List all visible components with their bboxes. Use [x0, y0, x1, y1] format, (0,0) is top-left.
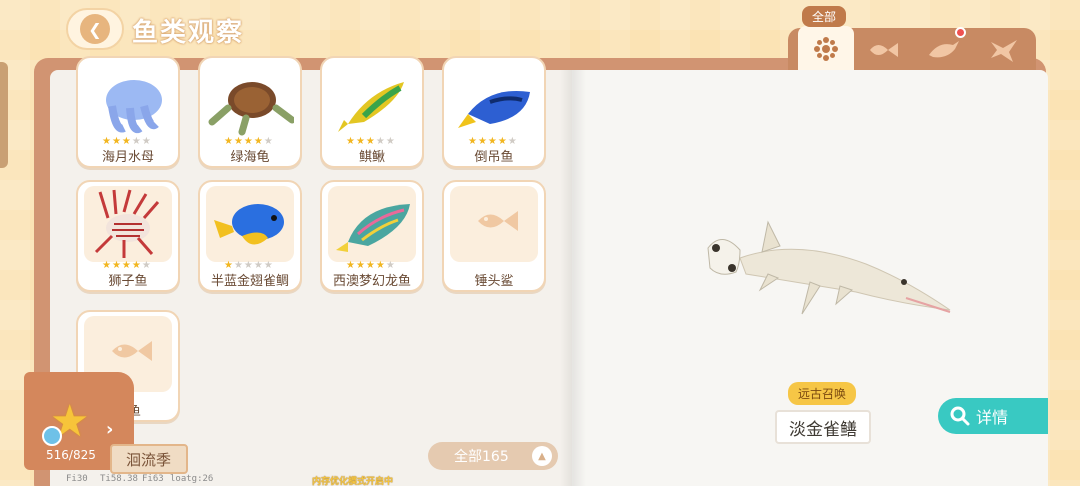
card-moon-jellyfish[interactable]: ★★★★★ 海月水母	[76, 56, 180, 168]
notification-dot	[955, 27, 966, 38]
card-mahi-mahi[interactable]: ★★★★★ 鲯鳅	[320, 56, 424, 168]
total-label: 全部165	[454, 449, 509, 465]
fish-mini-icon	[42, 426, 62, 446]
detail-label: 详情	[976, 408, 1009, 427]
season-label: 洄流季	[126, 450, 172, 469]
side-pull-tab[interactable]	[0, 62, 8, 168]
card-thumb	[206, 62, 296, 138]
tab-all-label: 全部	[802, 6, 847, 27]
tab-fish[interactable]	[856, 28, 912, 72]
card-damselfish[interactable]: ★★★★★ 半蓝金翅雀鲷	[198, 180, 302, 292]
card-thumb	[450, 62, 538, 138]
card-lionfish[interactable]: ★★★★★ 狮子鱼	[76, 180, 180, 292]
fish-name: 海月水母	[101, 150, 154, 165]
card-thumb	[84, 62, 172, 138]
gar-fish-image	[707, 220, 951, 315]
category-tabs	[788, 26, 1036, 72]
card-thumb	[328, 186, 416, 262]
chevron-up-icon: ▲	[532, 446, 552, 466]
fish-name: 锤头鲨	[474, 274, 514, 289]
detail-button[interactable]: 详情	[938, 398, 1048, 434]
card-thumb	[84, 186, 172, 262]
fish-name: 鲯鳅	[358, 150, 385, 165]
debug-text: Ti58.38	[100, 474, 138, 484]
wrasse-icon	[336, 204, 410, 252]
book-spine	[560, 70, 586, 486]
blue-tang-icon	[458, 90, 530, 128]
rarity-tag: 远古召唤	[788, 382, 857, 405]
card-wrasse[interactable]: ★★★★★ 西澳梦幻龙鱼	[320, 180, 424, 292]
filter-total-button[interactable]: 全部165 ▲	[428, 442, 558, 470]
debug-text: loatg:26	[170, 474, 214, 484]
fish-silhouette-icon	[478, 211, 518, 231]
debug-text: Fi63	[142, 474, 164, 484]
card-thumb	[450, 186, 538, 262]
chevron-right-icon: ›	[106, 419, 114, 440]
debug-text: Fi30	[66, 474, 88, 484]
season-ribbon[interactable]: 洄流季	[110, 444, 188, 474]
turtle-icon	[208, 82, 296, 136]
jellyfish-icon	[106, 80, 162, 133]
page-title: 鱼类观察	[132, 18, 245, 48]
flower-icon	[814, 37, 838, 61]
card-blue-tang[interactable]: ★★★★★ 倒吊鱼	[442, 56, 546, 168]
fish-name: 半蓝金翅雀鲷	[210, 274, 289, 289]
star-count: 516/825	[46, 448, 96, 462]
selected-fish-name: 淡金雀鳝	[775, 410, 871, 444]
card-thumb	[328, 62, 416, 138]
tab-all[interactable]	[798, 26, 854, 72]
mahi-fish-icon	[338, 82, 404, 132]
shark-icon	[991, 40, 1017, 62]
back-arrow-icon: ❮	[80, 14, 110, 44]
lionfish-icon	[94, 189, 160, 258]
fish-name: 绿海龟	[230, 150, 270, 165]
dolphin-icon	[929, 41, 959, 58]
fish-icon	[870, 43, 898, 57]
fish-name: 西澳梦幻龙鱼	[332, 274, 411, 289]
search-icon	[950, 406, 970, 426]
fish-name: 狮子鱼	[108, 274, 148, 289]
damselfish-icon	[214, 204, 284, 245]
fish-name: 倒吊鱼	[474, 150, 514, 165]
tab-shark[interactable]	[976, 28, 1032, 72]
fish-silhouette-icon	[112, 341, 152, 361]
card-hammerhead-locked[interactable]: 锤头鲨	[442, 180, 546, 292]
back-button[interactable]: ❮	[66, 8, 124, 50]
memory-mode-notice: 内存优化模式开启中	[312, 477, 394, 486]
card-thumb	[206, 186, 294, 262]
card-green-turtle[interactable]: ★★★★★ 绿海龟	[198, 56, 302, 168]
